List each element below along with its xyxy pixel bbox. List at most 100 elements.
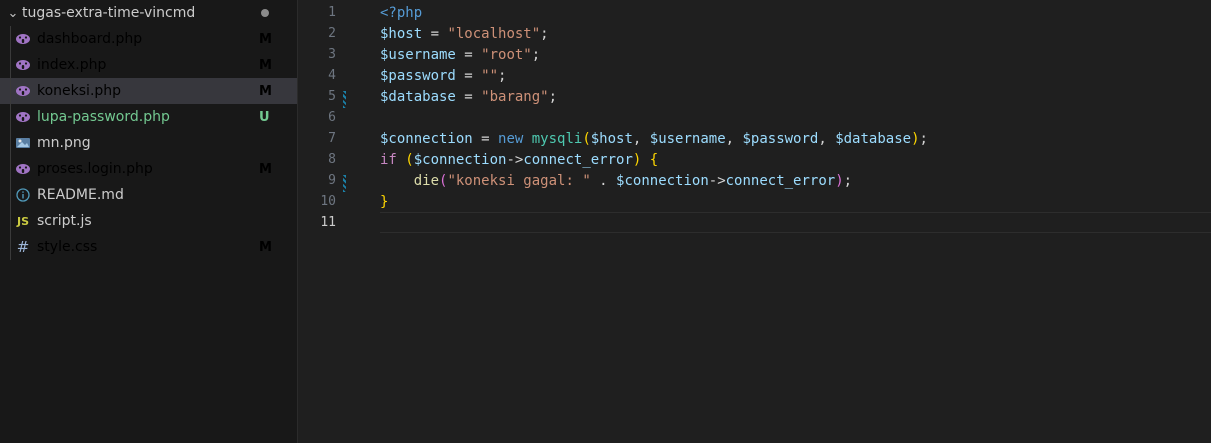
line-number-text: 2 <box>328 26 336 41</box>
file-name: mn.png <box>37 135 91 151</box>
file-item[interactable]: README.md <box>0 182 297 208</box>
code-token: ) <box>835 172 844 189</box>
code-text: } <box>350 194 388 210</box>
code-token: = <box>455 46 482 63</box>
code-token: $password <box>380 67 456 84</box>
line-number-text: 8 <box>328 152 336 167</box>
code-token: $connection <box>616 172 709 189</box>
tree-indent-guide <box>10 208 11 234</box>
code-line: 11 <box>298 212 1211 233</box>
code-token: $database <box>380 88 456 105</box>
php-elephant-icon <box>14 33 32 45</box>
line-number-text: 7 <box>328 131 336 146</box>
code-token: "koneksi gagal: " <box>447 172 591 189</box>
code-line: 2 $host = "localhost"; <box>298 23 1211 44</box>
code-token: $database <box>835 130 912 147</box>
code-token: ; <box>919 130 928 147</box>
file-item[interactable]: proses.login.php M <box>0 156 297 182</box>
code-token: , <box>818 130 836 147</box>
code-token: . <box>590 172 617 189</box>
code-token: = <box>455 67 482 84</box>
code-line: 8 if ($connection->connect_error) { <box>298 149 1211 170</box>
current-line-highlight <box>380 212 1211 233</box>
git-status-badge: M <box>259 161 272 177</box>
code-token: , <box>632 130 650 147</box>
code-line: 6 <box>298 107 1211 128</box>
file-item[interactable]: mn.png <box>0 130 297 156</box>
code-token: ( <box>582 130 591 147</box>
file-item[interactable]: koneksi.php M <box>0 78 297 104</box>
code-token: "" <box>481 67 499 84</box>
code-token: } <box>380 193 389 210</box>
file-item[interactable]: lupa-password.php U <box>0 104 297 130</box>
git-status-badge: M <box>259 83 272 99</box>
code-line: 7 $connection = new mysqli($host, $userna… <box>298 128 1211 149</box>
code-text: die("koneksi gagal: " . $connection->con… <box>350 173 852 189</box>
file-name: index.php <box>37 57 107 73</box>
folder-name: tugas-extra-time-vincmd <box>22 5 196 21</box>
tree-indent-guide <box>10 234 11 260</box>
code-text: $username = "root"; <box>350 47 540 63</box>
code-text: $database = "barang"; <box>350 89 557 105</box>
file-item[interactable]: dashboard.php M <box>0 26 297 52</box>
code-token: = <box>422 25 448 42</box>
code-token: -> <box>506 151 524 168</box>
line-number: 2 <box>298 26 350 41</box>
file-name: README.md <box>37 187 124 203</box>
code-text: $host = "localhost"; <box>350 26 549 42</box>
file-item[interactable]: JS script.js <box>0 208 297 234</box>
code-token: new <box>498 130 532 147</box>
code-text: $password = ""; <box>350 68 506 84</box>
file-name: script.js <box>37 213 92 229</box>
file-list: dashboard.php Mindex.php Mkoneksi.php Mlupa… <box>0 26 297 260</box>
file-item[interactable]: index.php M <box>0 52 297 78</box>
tree-indent-guide <box>10 104 11 130</box>
code-token: if <box>380 151 406 168</box>
code-token: -> <box>708 172 726 189</box>
line-number: 11 <box>298 215 350 230</box>
code-lines: 1 <?php 2 $host = "localhost"; 3 $username = … <box>298 2 1211 233</box>
tree-indent-guide <box>10 78 11 104</box>
line-number-text: 6 <box>328 110 336 125</box>
info-icon <box>14 188 32 202</box>
file-name: lupa-password.php <box>37 109 170 125</box>
tree-indent-guide <box>10 26 11 52</box>
git-modified-gutter-marker[interactable] <box>343 175 346 192</box>
line-number: 5 <box>298 89 350 108</box>
code-line: 3 $username = "root"; <box>298 44 1211 65</box>
code-token: mysqli <box>531 130 583 147</box>
code-token: ; <box>498 67 507 84</box>
code-token: connect_error <box>725 172 836 189</box>
explorer-folder-header[interactable]: ⌄ tugas-extra-time-vincmd <box>0 0 297 26</box>
git-status-badge: M <box>259 57 272 73</box>
code-token: ; <box>843 172 853 189</box>
chevron-down-icon[interactable]: ⌄ <box>6 6 20 21</box>
code-token: $connection <box>380 130 473 147</box>
code-token: , <box>725 130 743 147</box>
line-number: 9 <box>298 173 350 192</box>
code-token: = <box>455 88 482 105</box>
code-token: $host <box>590 130 633 147</box>
code-token: ) <box>911 130 920 147</box>
line-number-text: 10 <box>320 194 336 209</box>
php-elephant-icon <box>14 111 32 123</box>
code-token: ; <box>531 46 541 63</box>
file-name: dashboard.php <box>37 31 143 47</box>
vscode-window: ⌄ tugas-extra-time-vincmd dashboard.php M… <box>0 0 1211 443</box>
js-icon: JS <box>16 214 29 228</box>
tree-indent-guide <box>10 182 11 208</box>
git-modified-gutter-marker[interactable] <box>343 91 346 108</box>
line-number: 10 <box>298 194 350 209</box>
code-token: "barang" <box>481 88 549 105</box>
line-number: 7 <box>298 131 350 146</box>
file-item[interactable]: # style.css M <box>0 234 297 260</box>
code-token: ; <box>540 25 549 42</box>
code-line: 9 die("koneksi gagal: " . $connection->c… <box>298 170 1211 192</box>
code-token: $username <box>649 130 726 147</box>
code-editor[interactable]: 1 <?php 2 $host = "localhost"; 3 $username = … <box>298 0 1211 443</box>
git-status-badge: M <box>259 239 272 255</box>
php-elephant-icon <box>14 59 32 71</box>
line-number: 6 <box>298 110 350 125</box>
